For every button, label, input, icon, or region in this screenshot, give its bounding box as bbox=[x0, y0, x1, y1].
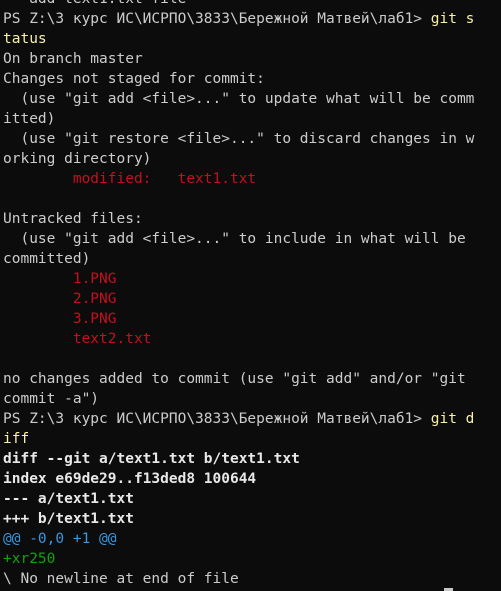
output-line: orking directory) bbox=[3, 151, 152, 167]
untracked-file-entry: 2.PNG bbox=[3, 291, 117, 307]
untracked-file-entry: text2.txt bbox=[3, 331, 152, 347]
diff-new-file: +++ b/text1.txt bbox=[3, 511, 134, 527]
output-line: add text1.txt file bbox=[3, 0, 501, 9]
prompt: PS Z:\3 курс ИС\ИСРПО\3833\Бережной Матв… bbox=[3, 411, 423, 427]
terminal-window[interactable]: add text1.txt file PS Z:\3 курс ИС\ИСРПО… bbox=[0, 0, 501, 591]
diff-hunk-header: @@ -0,0 +1 @@ bbox=[3, 531, 117, 547]
prompt-line: PS Z:\3 курс ИС\ИСРПО\3833\Бережной Матв… bbox=[3, 409, 501, 429]
untracked-file-entry: 1.PNG bbox=[3, 271, 117, 287]
output-line: (use "git restore <file>..." to discard … bbox=[3, 131, 475, 147]
untracked-file-entry: 3.PNG bbox=[3, 311, 117, 327]
output-line: commit -a") bbox=[3, 391, 100, 407]
output-line: committed) bbox=[3, 251, 91, 267]
prompt: PS Z:\3 курс ИС\ИСРПО\3833\Бережной Матв… bbox=[3, 11, 423, 27]
output-line: no changes added to commit (use "git add… bbox=[3, 371, 466, 387]
command-text: git s bbox=[430, 11, 475, 27]
diff-no-newline-note: \ No newline at end of file bbox=[3, 571, 239, 587]
output-line: (use "git add <file>..." to include in w… bbox=[3, 231, 466, 247]
prompt-line: PS Z:\3 курс ИС\ИСРПО\3833\Бережной Матв… bbox=[3, 9, 501, 29]
output-line: (use "git add <file>..." to update what … bbox=[3, 91, 475, 107]
diff-header: diff --git a/text1.txt b/text1.txt bbox=[3, 451, 300, 467]
diff-added-line: +xr250 bbox=[3, 551, 56, 567]
modified-file-entry: modified: text1.txt bbox=[3, 171, 257, 187]
command-text-wrap: iff bbox=[3, 431, 30, 447]
output-line: Untracked files: bbox=[3, 211, 143, 227]
command-text-wrap: tatus bbox=[3, 31, 47, 47]
diff-old-file: --- a/text1.txt bbox=[3, 491, 134, 507]
output-line: On branch master bbox=[3, 51, 143, 67]
output-line: itted) bbox=[3, 111, 56, 127]
command-text: git d bbox=[430, 411, 475, 427]
diff-index: index e69de29..f13ded8 100644 bbox=[3, 471, 257, 487]
terminal-output: add text1.txt file PS Z:\3 курс ИС\ИСРПО… bbox=[3, 0, 501, 589]
output-line: Changes not staged for commit: bbox=[3, 71, 265, 87]
